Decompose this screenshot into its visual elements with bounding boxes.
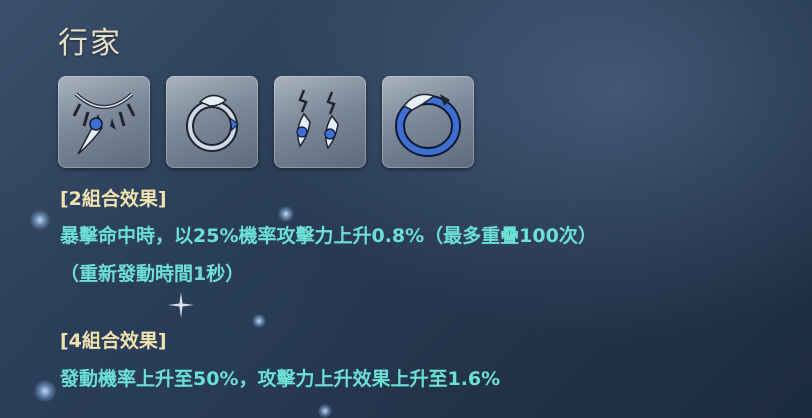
item-slots: [58, 76, 474, 168]
earrings-icon: [296, 89, 339, 150]
necklace-icon: [72, 92, 136, 155]
set-bonus-panel: 行家 [2組合效果] 暴擊命中時，以25%機率攻擊力上升0.8%（最多重疊100…: [0, 0, 812, 418]
sparkle-decoration: [30, 210, 50, 230]
sparkle-decoration: [34, 380, 56, 402]
set-bonus-2-header: [2組合效果]: [60, 188, 167, 210]
item-slot-earrings[interactable]: [274, 76, 366, 168]
bracelet-icon: [395, 93, 461, 157]
set-bonus-2-cooldown: （重新發動時間1秒）: [60, 263, 245, 285]
set-bonus-2-effect: 暴擊命中時，以25%機率攻擊力上升0.8%（最多重疊100次）: [60, 225, 597, 247]
ring-icon: [186, 94, 239, 152]
set-bonus-4-header: [4組合效果]: [60, 330, 167, 352]
item-slot-ring[interactable]: [166, 76, 258, 168]
item-slot-necklace[interactable]: [58, 76, 150, 168]
set-title: 行家: [58, 26, 122, 61]
set-bonus-4-effect: 發動機率上升至50%，攻擊力上升效果上升至1.6%: [60, 368, 501, 390]
sparkle-decoration: [278, 206, 294, 222]
item-slot-bracelet[interactable]: [382, 76, 474, 168]
sparkle-decoration: [318, 404, 332, 418]
star-sparkle-icon: [168, 292, 194, 318]
sparkle-decoration: [252, 314, 266, 328]
